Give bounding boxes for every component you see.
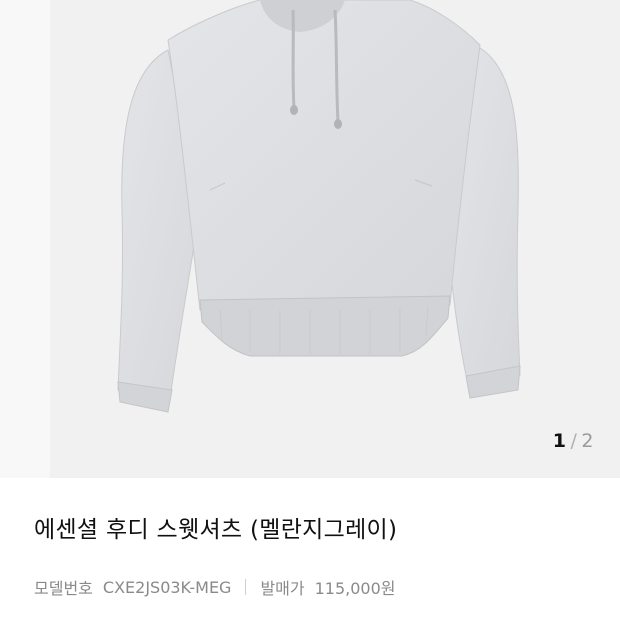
meta-divider (245, 579, 247, 595)
product-image (117, 0, 521, 413)
product-meta-row: 모델번호 CXE2JS03K-MEG 발매가 115,000원 (34, 575, 396, 599)
product-info: 에센셜 후디 스웻셔츠 (멜란지그레이) 모델번호 CXE2JS03K-MEG … (0, 478, 620, 620)
model-number-value: CXE2JS03K-MEG (102, 577, 232, 597)
pager-total: 2 (581, 430, 594, 452)
image-edge (0, 0, 50, 478)
pager-current: 1 (552, 430, 567, 452)
model-number-label: 모델번호 (34, 579, 93, 598)
image-pager: 1/2 (553, 430, 594, 452)
release-price-label: 발매가 (260, 579, 305, 598)
pager-separator: / (570, 430, 578, 452)
product-title: 에센셜 후디 스웻셔츠 (멜란지그레이) (34, 517, 398, 543)
release-price-value: 115,000원 (314, 579, 396, 598)
product-image-carousel[interactable]: 1/2 (0, 0, 620, 478)
product-page: 1/2 에센셜 후디 스웻셔츠 (멜란지그레이) 모델번호 CXE2JS03K-… (0, 0, 620, 620)
